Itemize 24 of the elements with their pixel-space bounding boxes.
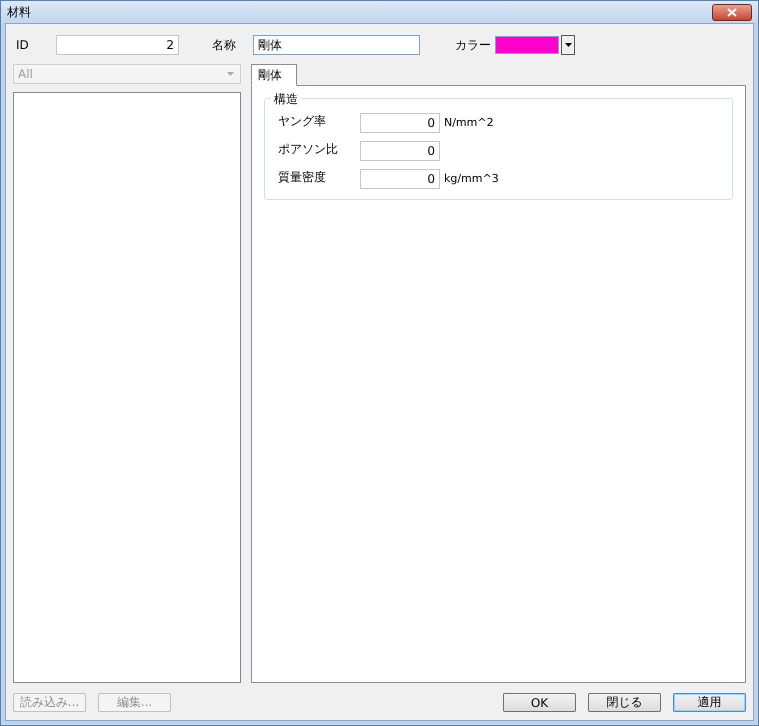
property-label: 質量密度 — [277, 169, 327, 186]
unit-label: N/mm^2 — [443, 115, 494, 129]
dialog-button[interactable]: 閉じる — [588, 693, 661, 712]
tab[interactable]: 剛体 — [251, 64, 297, 86]
name-label: 名称 — [211, 36, 237, 54]
color-swatch[interactable] — [495, 36, 559, 54]
close-icon — [727, 8, 737, 16]
dialog-button[interactable]: OK — [503, 693, 576, 712]
property-label: ポアソン比 — [277, 141, 339, 158]
close-button[interactable] — [712, 4, 752, 20]
id-label: ID — [15, 38, 30, 52]
dropdown-arrow-icon — [564, 43, 572, 47]
dropdown-arrow-icon — [227, 72, 234, 76]
name-field[interactable]: 剛体 — [253, 35, 420, 55]
id-field[interactable]: 2 — [56, 35, 179, 55]
color-dropdown-button[interactable] — [561, 35, 575, 55]
property-field[interactable]: 0 — [360, 169, 440, 189]
dialog-button[interactable]: 適用 — [673, 693, 746, 712]
property-label: ヤング率 — [277, 113, 327, 130]
color-label: カラー — [454, 36, 492, 54]
window-title: 材料 — [7, 4, 31, 20]
property-field[interactable]: 0 — [360, 113, 440, 133]
unit-label: kg/mm^3 — [443, 171, 499, 185]
property-field[interactable]: 0 — [360, 141, 440, 161]
